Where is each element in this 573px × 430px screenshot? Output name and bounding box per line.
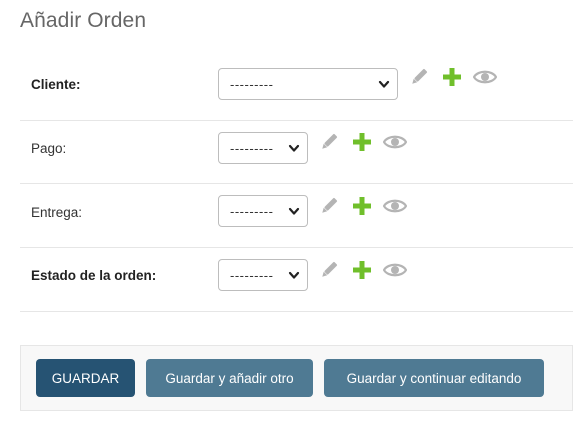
- change-entrega-link[interactable]: [319, 196, 339, 216]
- view-entrega-link[interactable]: [371, 196, 407, 216]
- eye-icon: [383, 135, 407, 149]
- change-pago-link[interactable]: [319, 132, 339, 152]
- plus-icon: [353, 197, 371, 215]
- change-estado-link[interactable]: [319, 260, 339, 280]
- form-row-entrega: Entrega: ---------: [20, 183, 573, 248]
- cliente-label: Cliente:: [31, 77, 81, 92]
- save-and-add-another-button[interactable]: Guardar y añadir otro: [146, 359, 313, 397]
- estado-actions: [319, 260, 407, 280]
- add-entrega-link[interactable]: [339, 197, 371, 215]
- entrega-select-value: ---------: [230, 203, 274, 219]
- chevron-down-icon: [288, 207, 300, 215]
- chevron-down-icon: [378, 80, 390, 88]
- view-cliente-link[interactable]: [461, 67, 497, 87]
- eye-icon: [383, 263, 407, 277]
- eye-icon: [473, 70, 497, 84]
- entrega-select[interactable]: ---------: [218, 195, 308, 227]
- pencil-icon: [322, 261, 338, 277]
- add-estado-link[interactable]: [339, 261, 371, 279]
- form-row-pago: Pago: ---------: [20, 120, 573, 184]
- save-button[interactable]: GUARDAR: [36, 359, 135, 397]
- pago-select-value: ---------: [230, 140, 274, 156]
- plus-icon: [353, 133, 371, 151]
- save-and-continue-button[interactable]: Guardar y continuar editando: [324, 359, 544, 397]
- cliente-actions: [409, 67, 497, 87]
- eye-icon: [383, 199, 407, 213]
- estado-select[interactable]: ---------: [218, 259, 308, 291]
- entrega-actions: [319, 196, 407, 216]
- entrega-label: Entrega:: [31, 205, 83, 220]
- pencil-icon: [412, 68, 428, 84]
- pencil-icon: [322, 197, 338, 213]
- chevron-down-icon: [288, 271, 300, 279]
- submit-row: GUARDAR Guardar y añadir otro Guardar y …: [20, 345, 573, 411]
- view-pago-link[interactable]: [371, 132, 407, 152]
- pago-select[interactable]: ---------: [218, 132, 308, 164]
- plus-icon: [443, 68, 461, 86]
- cliente-select[interactable]: ---------: [218, 68, 398, 100]
- form-row-estado: Estado de la orden: ---------: [20, 247, 573, 312]
- view-estado-link[interactable]: [371, 260, 407, 280]
- plus-icon: [353, 261, 371, 279]
- add-cliente-link[interactable]: [429, 68, 461, 86]
- pago-label: Pago:: [31, 141, 67, 156]
- form-row-cliente: Cliente: ---------: [20, 55, 573, 121]
- pencil-icon: [322, 133, 338, 149]
- change-cliente-link[interactable]: [409, 67, 429, 87]
- add-pago-link[interactable]: [339, 133, 371, 151]
- estado-label: Estado de la orden:: [31, 268, 157, 283]
- chevron-down-icon: [288, 144, 300, 152]
- estado-select-value: ---------: [230, 267, 274, 283]
- page-title: Añadir Orden: [20, 9, 147, 32]
- cliente-select-value: ---------: [230, 76, 274, 92]
- pago-actions: [319, 132, 407, 152]
